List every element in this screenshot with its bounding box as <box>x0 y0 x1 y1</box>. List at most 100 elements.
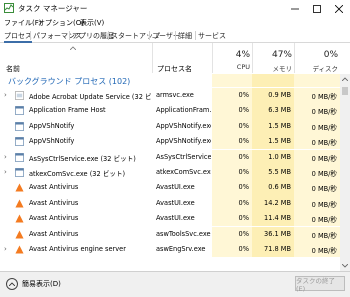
cpu-value: 0% <box>238 183 249 192</box>
window-title: タスク マネージャー <box>18 4 88 13</box>
expand-arrow-icon[interactable]: › <box>4 153 7 161</box>
cpu-value: 0% <box>238 152 249 161</box>
app-window-icon <box>15 168 24 177</box>
table-row[interactable]: › AsSysCtrlService.exe (32 ビット) AsSysCtrlS… <box>0 149 340 165</box>
table-row[interactable]: › Avast Antivirus engine server aswEngSrv.… <box>0 242 340 258</box>
tab-details[interactable]: 詳細 <box>178 31 192 41</box>
tab-processes[interactable]: プロセス <box>4 31 32 43</box>
disk-column-bg <box>294 74 340 87</box>
cpu-column-label: CPU <box>236 63 250 71</box>
process-name: atkexComSvc.exe (32 ビット) <box>29 170 126 178</box>
disk-value: 0 MB/秒 <box>311 123 337 132</box>
scroll-up-icon[interactable] <box>342 77 348 81</box>
table-row[interactable]: AppVShNotify AppVShNotify.exe 0% 1.5 MB 0 MB… <box>0 134 340 150</box>
process-exe-name: AsSysCtrlService... <box>156 152 211 161</box>
tab-separator <box>175 31 176 40</box>
scroll-down-icon[interactable] <box>342 264 348 268</box>
disk-value: 0 MB/秒 <box>311 93 337 101</box>
expand-arrow-icon[interactable]: › <box>4 245 7 253</box>
tab-separator <box>149 31 150 40</box>
avast-icon <box>15 230 24 239</box>
scrollbar-thumb[interactable] <box>342 87 348 95</box>
tab-separator <box>30 31 31 40</box>
process-exe-name: armsvc.exe <box>156 91 194 99</box>
app-window-icon <box>15 121 24 131</box>
column-header-memory[interactable]: 47% メモリ <box>252 43 295 73</box>
process-exe-name: atkexComSvc.exe <box>156 168 211 176</box>
menu-view[interactable]: 表示(V) <box>80 18 104 28</box>
app-window-icon <box>15 106 24 116</box>
table-row[interactable]: Application Frame Host ApplicationFram...… <box>0 103 340 119</box>
expand-arrow-icon[interactable]: › <box>4 91 7 99</box>
task-manager-icon <box>4 3 14 13</box>
table-row[interactable]: Avast Antivirus AvastUI.exe 0% 11.4 MB 0 MB/… <box>0 211 340 227</box>
memory-value: 0.6 MB <box>268 183 291 192</box>
cpu-value: 0% <box>238 106 249 115</box>
disk-value: 0 MB/秒 <box>311 170 337 178</box>
table-row[interactable]: AppVShNotify AppVShNotify.exe 0% 1.5 MB 0 MB… <box>0 118 340 134</box>
memory-value: 36.1 MB <box>264 229 291 238</box>
memory-value: 1.5 MB <box>268 121 291 130</box>
column-header-process[interactable]: プロセス名 <box>152 43 213 73</box>
group-label: バックグラウンド プロセス (102) <box>8 77 131 86</box>
process-name: Application Frame Host <box>29 106 106 115</box>
memory-value: 14.2 MB <box>264 198 291 207</box>
memory-value: 71.8 MB <box>264 245 291 253</box>
process-exe-name: AvastUI.exe <box>156 183 195 192</box>
cpu-value: 0% <box>238 91 249 99</box>
maximize-button[interactable] <box>306 0 328 17</box>
cpu-value: 0% <box>238 229 249 238</box>
fewer-details-link[interactable]: 簡易表示(D) <box>22 279 61 289</box>
expand-arrow-icon[interactable]: › <box>4 168 7 176</box>
disk-value: 0 MB/秒 <box>311 231 337 240</box>
table-row[interactable]: Avast Antivirus aswToolsSvc.exe 0% 36.1 MB 0… <box>0 226 340 242</box>
column-process-label: プロセス名 <box>157 65 192 73</box>
memory-value: 6.3 MB <box>268 106 291 115</box>
cpu-value: 0% <box>238 137 249 146</box>
disk-value: 0 MB/秒 <box>311 108 337 117</box>
menu-file[interactable]: ファイル(F) <box>4 18 42 28</box>
process-exe-name: AppVShNotify.exe <box>156 121 211 130</box>
disk-total-percent: 0% <box>323 50 338 60</box>
table-row[interactable]: Avast Antivirus AvastUI.exe 0% 0.6 MB 0 MB/秒 <box>0 180 340 196</box>
memory-column-bg <box>252 74 294 87</box>
app-window-icon <box>15 137 24 147</box>
process-exe-name: AvastUI.exe <box>156 198 195 207</box>
close-button[interactable] <box>328 0 350 17</box>
table-row[interactable]: Avast Antivirus AvastUI.exe 0% 14.2 MB 0 MB/… <box>0 195 340 211</box>
process-name: Adobe Acrobat Update Service (32 ビット) <box>29 93 151 101</box>
tab-separator <box>195 31 196 40</box>
tab-services[interactable]: サービス <box>198 31 226 41</box>
vertical-scrollbar[interactable] <box>340 74 350 272</box>
memory-value: 0.9 MB <box>268 91 291 99</box>
sort-up-icon <box>70 46 76 50</box>
column-header-name[interactable]: 名前 <box>0 43 152 73</box>
cpu-value: 0% <box>238 245 249 253</box>
table-row[interactable]: › Adobe Acrobat Update Service (32 ビット) ar… <box>0 88 340 104</box>
column-header-disk[interactable]: 0% ディスク <box>294 43 341 73</box>
menu-options[interactable]: オプション(O) <box>38 18 84 28</box>
tab-separator <box>108 31 109 40</box>
cpu-column-bg <box>212 74 252 87</box>
table-row[interactable]: › atkexComSvc.exe (32 ビット) atkexComSvc.exe… <box>0 165 340 181</box>
process-name: Avast Antivirus <box>29 229 79 238</box>
memory-value: 5.5 MB <box>268 168 291 176</box>
minimize-button[interactable] <box>284 0 306 17</box>
acrobat-icon <box>15 91 24 100</box>
cpu-value: 0% <box>238 198 249 207</box>
memory-value: 11.4 MB <box>264 214 291 223</box>
memory-column-label: メモリ <box>272 65 293 73</box>
memory-value: 1.5 MB <box>268 137 291 146</box>
maximize-icon <box>313 4 321 13</box>
avast-icon <box>15 245 24 254</box>
column-header-cpu[interactable]: 4% CPU <box>212 43 253 73</box>
disk-column-label: ディスク <box>312 65 338 73</box>
collapse-icon[interactable] <box>6 278 18 290</box>
minimize-icon <box>291 8 299 9</box>
process-name: Avast Antivirus <box>29 214 79 223</box>
group-header-background: バックグラウンド プロセス (102) <box>0 74 340 87</box>
memory-value: 1.0 MB <box>268 152 291 161</box>
menu-bar: ファイル(F) オプション(O) 表示(V) <box>0 17 350 29</box>
end-task-button[interactable]: タスクの終了(E) <box>295 276 345 293</box>
cpu-total-percent: 4% <box>235 50 250 60</box>
